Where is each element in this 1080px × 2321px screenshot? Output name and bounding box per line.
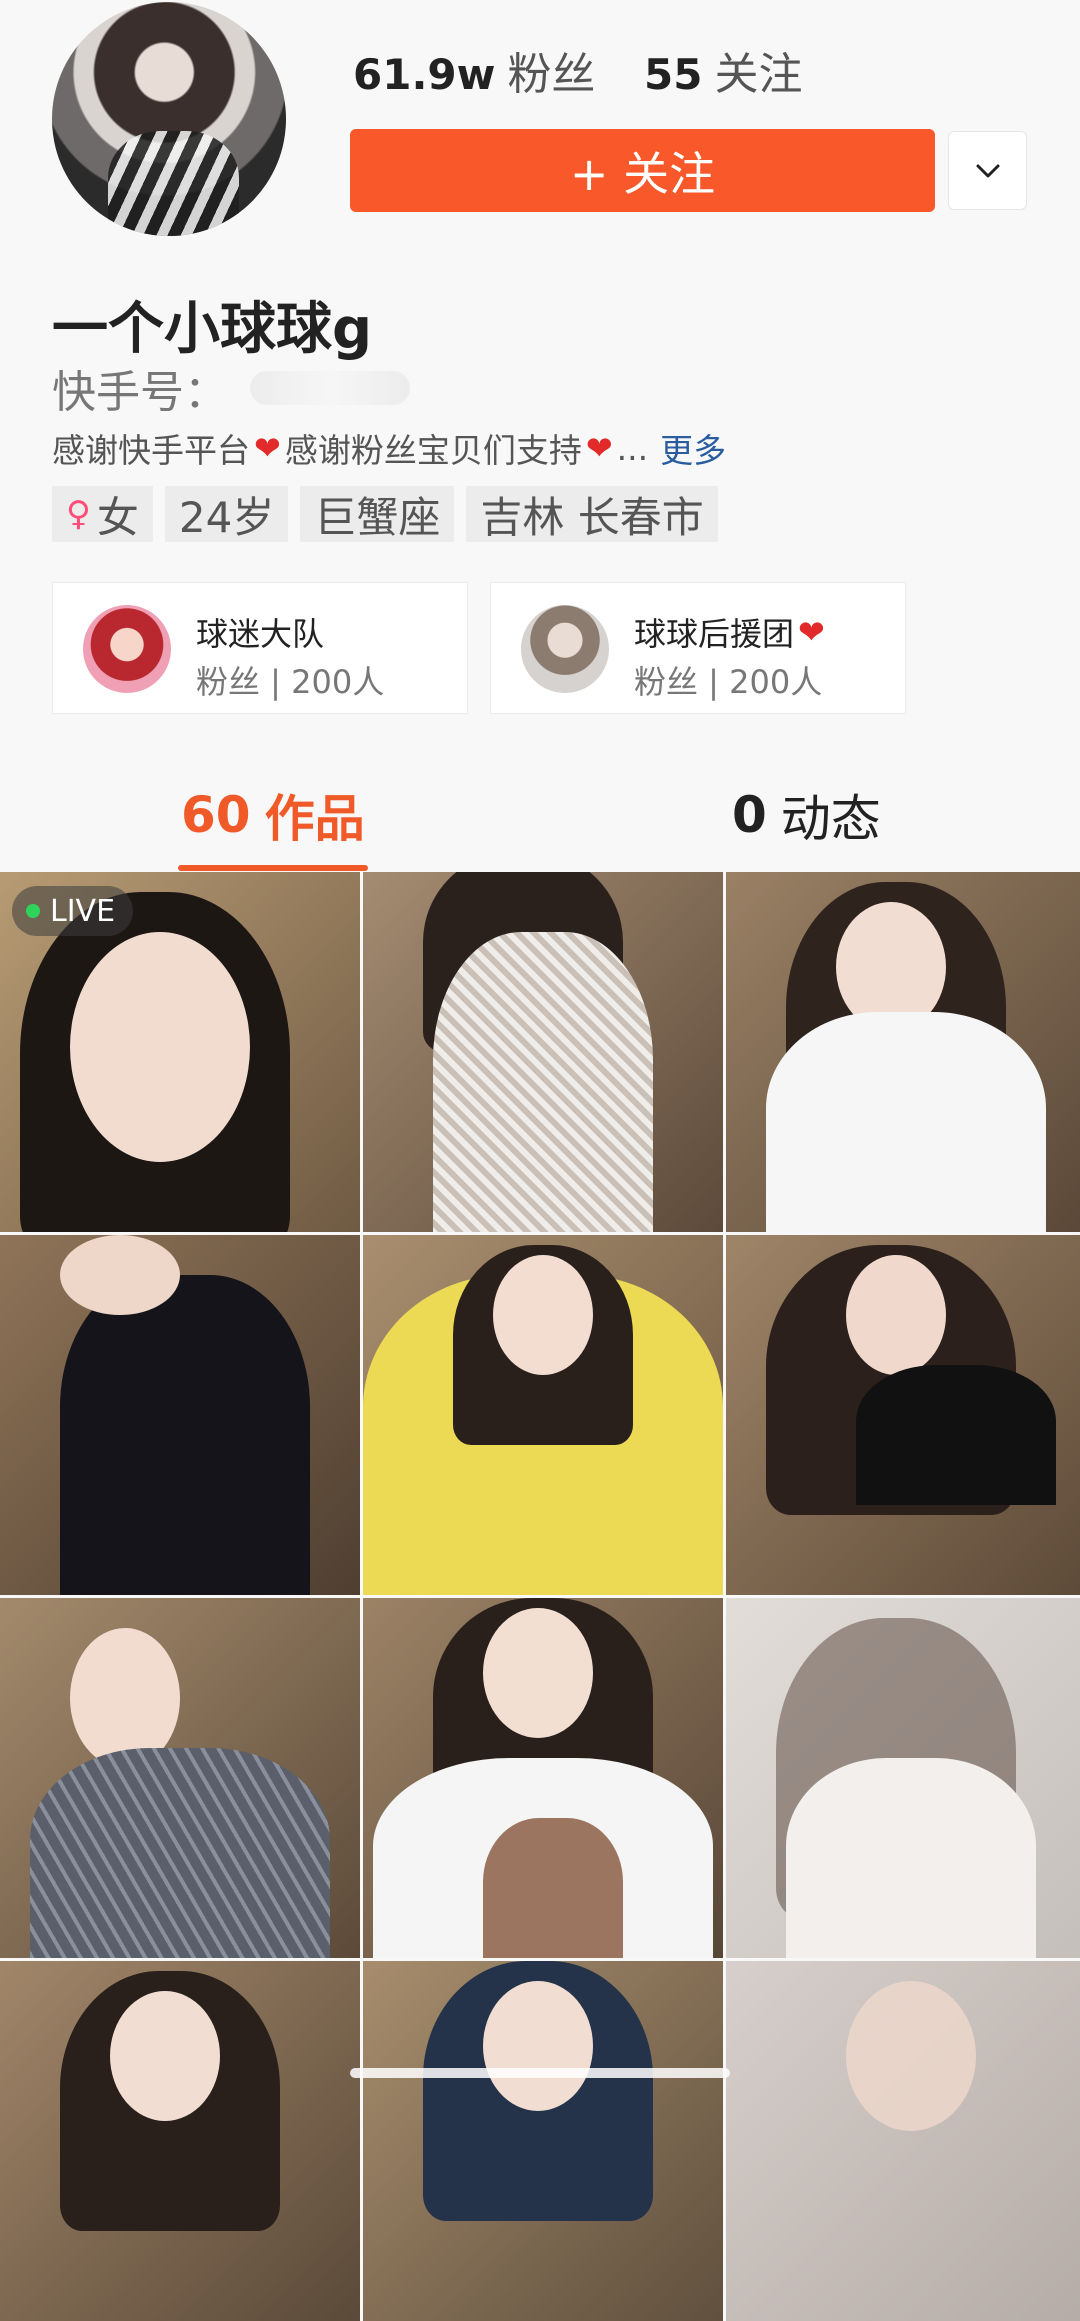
profile-name: 一个小球球g	[52, 297, 373, 362]
video-thumbnail[interactable]	[363, 872, 723, 1232]
tag-location: 吉林 长春市	[466, 486, 718, 542]
following-number: 55	[644, 50, 703, 99]
fan-group-card[interactable]: 球球后援团 ❤ 粉丝 | 200人	[490, 582, 906, 714]
video-thumbnail[interactable]	[0, 1961, 360, 2321]
group-avatar	[521, 605, 609, 693]
bio-text-2: 感谢粉丝宝贝们支持	[284, 431, 582, 470]
following-label: 关注	[714, 49, 803, 100]
group-subtitle: 粉丝 | 200人	[634, 663, 823, 701]
video-thumbnail[interactable]	[0, 1235, 360, 1595]
video-thumbnail[interactable]	[363, 1598, 723, 1958]
video-grid: LIVE	[0, 872, 1080, 2321]
profile-bio[interactable]: 感谢快手平台 ❤ 感谢粉丝宝贝们支持 ❤ ... 更多	[52, 424, 726, 472]
video-thumbnail[interactable]	[0, 1598, 360, 1958]
live-badge: LIVE	[12, 886, 134, 936]
live-label: LIVE	[50, 893, 116, 929]
profile-tags: ♀ 女 24岁 巨蟹座 吉林 长春市	[52, 486, 718, 542]
heart-icon: ❤	[585, 429, 613, 467]
video-thumbnail[interactable]: LIVE	[0, 872, 360, 1232]
tag-zodiac: 巨蟹座	[300, 486, 455, 542]
chevron-down-icon	[976, 164, 999, 177]
bio-text-1: 感谢快手平台	[52, 431, 250, 470]
tab-moments-count: 0	[732, 786, 767, 844]
follow-button-label: + 关注	[569, 146, 716, 201]
group-title: 球迷大队	[196, 609, 324, 655]
fans-count[interactable]: 61.9w 粉丝	[353, 38, 595, 104]
video-thumbnail[interactable]	[726, 872, 1080, 1232]
tab-works-count: 60	[181, 786, 251, 844]
video-thumbnail[interactable]	[363, 1235, 723, 1595]
live-dot-icon	[26, 904, 40, 918]
tab-moments[interactable]: 0 动态	[732, 780, 881, 850]
following-count[interactable]: 55 关注	[644, 38, 802, 104]
tab-moments-label: 动态	[780, 790, 881, 848]
bio-more-link[interactable]: 更多	[660, 424, 726, 472]
profile-avatar[interactable]	[52, 2, 286, 236]
kuaishou-id: 快手号：	[52, 356, 410, 420]
tag-age: 24岁	[164, 486, 289, 542]
tag-gender-label: 女	[96, 492, 139, 542]
tag-gender: ♀ 女	[52, 486, 153, 542]
video-thumbnail[interactable]	[726, 1235, 1080, 1595]
video-thumbnail[interactable]	[726, 1598, 1080, 1958]
group-title: 球球后援团 ❤	[634, 609, 829, 655]
group-title-text: 球迷大队	[196, 615, 325, 653]
heart-icon: ❤	[254, 429, 281, 467]
fans-number: 61.9w	[353, 50, 496, 99]
video-thumbnail[interactable]	[726, 1961, 1080, 2321]
kuaishou-id-label: 快手号：	[52, 367, 228, 418]
tab-works[interactable]: 60 作品	[181, 780, 365, 850]
active-tab-indicator	[178, 865, 368, 871]
female-icon: ♀	[66, 494, 91, 534]
heart-icon: ❤	[798, 613, 825, 651]
group-subtitle: 粉丝 | 200人	[196, 663, 385, 701]
bio-ellipsis: ...	[616, 428, 649, 468]
tab-works-label: 作品	[264, 790, 365, 848]
follow-button[interactable]: + 关注	[350, 129, 935, 212]
fan-group-card[interactable]: 球迷大队 粉丝 | 200人	[52, 582, 468, 714]
kuaishou-id-value-blurred	[250, 371, 410, 405]
group-title-text: 球球后援团	[634, 615, 795, 653]
more-options-button[interactable]	[948, 131, 1027, 210]
video-thumbnail[interactable]	[363, 1961, 723, 2321]
group-avatar	[83, 605, 171, 693]
home-indicator[interactable]	[350, 2068, 730, 2078]
fans-label: 粉丝	[507, 49, 596, 100]
